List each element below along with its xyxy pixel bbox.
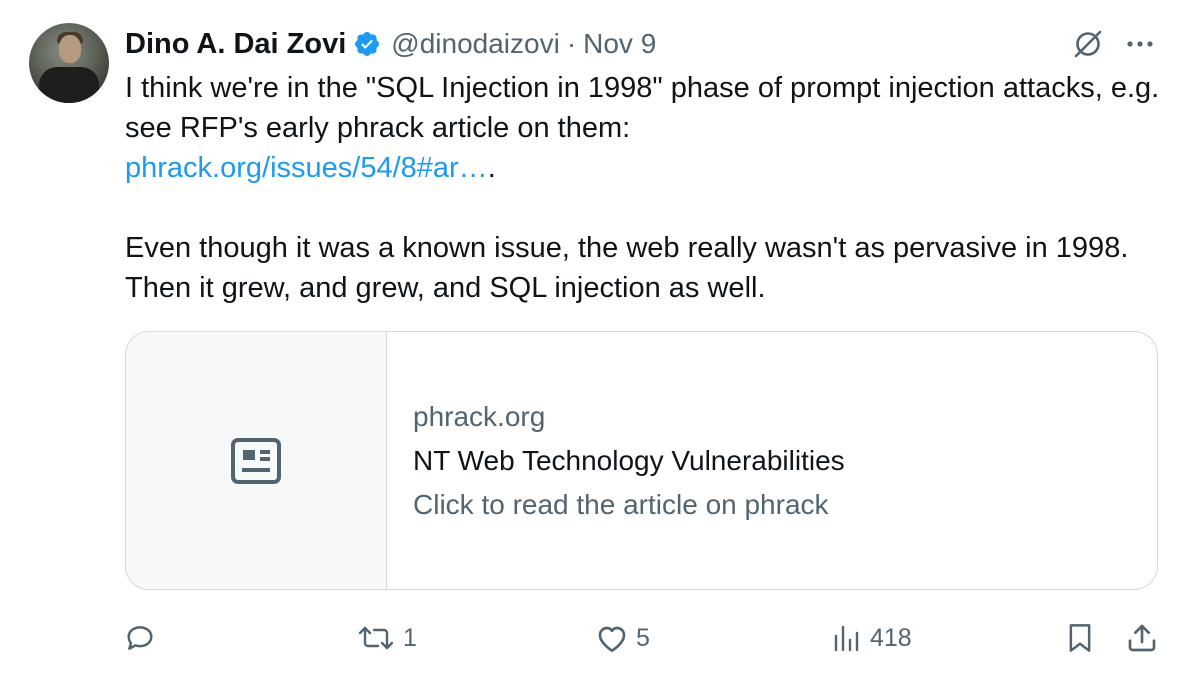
share-button[interactable] — [1126, 614, 1158, 662]
heart-icon — [596, 623, 628, 653]
views-button[interactable]: 418 — [832, 614, 912, 662]
retweet-icon — [357, 623, 395, 653]
avatar[interactable] — [29, 23, 109, 103]
tweet-header: Dino A. Dai Zovi @dinodaizovi · Nov 9 — [125, 24, 656, 64]
bookmark-button[interactable] — [1066, 614, 1094, 662]
article-icon — [231, 437, 281, 484]
action-bar: 1 5 418 — [0, 614, 1186, 662]
author-name[interactable]: Dino A. Dai Zovi — [125, 28, 346, 61]
card-title: NT Web Technology Vulnerabilities — [413, 444, 845, 476]
tweet-date[interactable]: Nov 9 — [583, 28, 656, 60]
like-button[interactable]: 5 — [596, 614, 650, 662]
author-handle[interactable]: @dinodaizovi — [391, 28, 560, 60]
avatar-shirt — [39, 67, 99, 103]
retweet-count: 1 — [403, 623, 417, 652]
reply-icon — [125, 623, 155, 653]
bookmark-icon — [1066, 622, 1094, 654]
like-count: 5 — [636, 623, 650, 652]
views-count: 418 — [870, 623, 912, 652]
tweet-link[interactable]: phrack.org/issues/54/8#ar… — [125, 152, 488, 184]
tweet-line-1: I think we're in the "SQL Injection in 1… — [125, 72, 1160, 144]
views-icon — [832, 623, 862, 653]
grok-icon[interactable] — [1068, 24, 1108, 64]
tweet-link-suffix: . — [487, 152, 496, 184]
card-domain: phrack.org — [413, 400, 546, 432]
more-options-icon[interactable] — [1120, 24, 1160, 64]
retweet-button[interactable]: 1 — [357, 614, 417, 662]
card-body[interactable]: phrack.org NT Web Technology Vulnerabili… — [387, 332, 1157, 589]
reply-button[interactable] — [125, 614, 155, 662]
tweet-paragraph-1: I think we're in the "SQL Injection in 1… — [125, 68, 1165, 188]
share-icon — [1126, 622, 1158, 654]
link-card[interactable]: phrack.org NT Web Technology Vulnerabili… — [125, 331, 1158, 590]
tweet-text: I think we're in the "SQL Injection in 1… — [125, 68, 1165, 308]
separator-dot: · — [566, 28, 577, 59]
avatar-head — [59, 35, 81, 63]
card-description: Click to read the article on phrack — [413, 488, 829, 520]
verified-badge-icon[interactable] — [353, 30, 381, 58]
card-thumbnail[interactable] — [126, 332, 387, 589]
tweet-paragraph-2: Even though it was a known issue, the we… — [125, 232, 1129, 304]
